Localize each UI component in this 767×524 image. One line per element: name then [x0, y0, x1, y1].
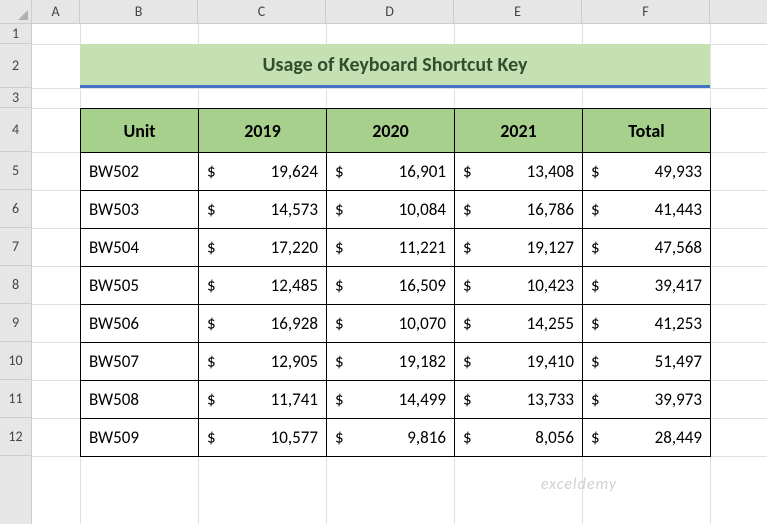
cell-y2019[interactable]: $10,577	[199, 419, 327, 457]
table-row: BW504$17,220$11,221$19,127$47,568	[81, 229, 711, 267]
cell-total[interactable]: $41,443	[583, 191, 711, 229]
row-header-11[interactable]: 11	[0, 380, 31, 418]
cell-total[interactable]: $47,568	[583, 229, 711, 267]
cell-total[interactable]: $41,253	[583, 305, 711, 343]
cell-y2020[interactable]: $16,901	[327, 153, 455, 191]
cell-y2019[interactable]: $11,741	[199, 381, 327, 419]
row-header-8[interactable]: 8	[0, 266, 31, 304]
cell-y2021[interactable]: $13,408	[455, 153, 583, 191]
cell-y2020[interactable]: $11,221	[327, 229, 455, 267]
row-headers: 1 2 3 4 5 6 7 8 9 10 11 12	[0, 24, 32, 524]
cell-y2019[interactable]: $19,624	[199, 153, 327, 191]
row-header-6[interactable]: 6	[0, 190, 31, 228]
col-header-a[interactable]: A	[32, 0, 80, 23]
header-2021[interactable]: 2021	[455, 109, 583, 153]
cell-y2020[interactable]: $14,499	[327, 381, 455, 419]
cell-total[interactable]: $39,973	[583, 381, 711, 419]
cell-y2021[interactable]: $19,410	[455, 343, 583, 381]
cell-total[interactable]: $28,449	[583, 419, 711, 457]
watermark: exceldemy	[541, 475, 617, 494]
cell-unit[interactable]: BW504	[81, 229, 199, 267]
cell-y2021[interactable]: $14,255	[455, 305, 583, 343]
cell-total[interactable]: $39,417	[583, 267, 711, 305]
cell-y2021[interactable]: $16,786	[455, 191, 583, 229]
cell-y2019[interactable]: $12,485	[199, 267, 327, 305]
row-header-9[interactable]: 9	[0, 304, 31, 342]
table-row: BW508$11,741$14,499$13,733$39,973	[81, 381, 711, 419]
header-2020[interactable]: 2020	[327, 109, 455, 153]
row-header-12[interactable]: 12	[0, 418, 31, 456]
table-row: BW503$14,573$10,084$16,786$41,443	[81, 191, 711, 229]
title-banner[interactable]: Usage of Keyboard Shortcut Key	[80, 44, 710, 88]
select-all-corner[interactable]	[0, 0, 32, 24]
cell-y2021[interactable]: $19,127	[455, 229, 583, 267]
spreadsheet: A B C D E F 1 2 3 4 5 6 7 8 9 10 11 12	[0, 0, 767, 524]
cell-unit[interactable]: BW502	[81, 153, 199, 191]
cell-y2019[interactable]: $16,928	[199, 305, 327, 343]
header-unit[interactable]: Unit	[81, 109, 199, 153]
table-row: BW502$19,624$16,901$13,408$49,933	[81, 153, 711, 191]
cell-unit[interactable]: BW507	[81, 343, 199, 381]
col-header-f[interactable]: F	[582, 0, 710, 23]
table-row: BW509$10,577$9,816$8,056$28,449	[81, 419, 711, 457]
row-header-2[interactable]: 2	[0, 44, 31, 88]
cell-unit[interactable]: BW509	[81, 419, 199, 457]
cell-y2020[interactable]: $10,070	[327, 305, 455, 343]
row-header-4[interactable]: 4	[0, 108, 31, 152]
cell-y2020[interactable]: $9,816	[327, 419, 455, 457]
cell-y2020[interactable]: $10,084	[327, 191, 455, 229]
cell-y2019[interactable]: $12,905	[199, 343, 327, 381]
cell-y2020[interactable]: $16,509	[327, 267, 455, 305]
cell-y2021[interactable]: $10,423	[455, 267, 583, 305]
cell-y2021[interactable]: $13,733	[455, 381, 583, 419]
row-header-3[interactable]: 3	[0, 88, 31, 108]
cell-unit[interactable]: BW506	[81, 305, 199, 343]
row-header-10[interactable]: 10	[0, 342, 31, 380]
cell-y2019[interactable]: $17,220	[199, 229, 327, 267]
table-row: BW505$12,485$16,509$10,423$39,417	[81, 267, 711, 305]
cell-y2019[interactable]: $14,573	[199, 191, 327, 229]
cell-unit[interactable]: BW508	[81, 381, 199, 419]
cell-y2021[interactable]: $8,056	[455, 419, 583, 457]
cell-area[interactable]: Usage of Keyboard Shortcut Key Unit 2019…	[32, 24, 767, 524]
table-row: BW507$12,905$19,182$19,410$51,497	[81, 343, 711, 381]
header-2019[interactable]: 2019	[199, 109, 327, 153]
cell-total[interactable]: $49,933	[583, 153, 711, 191]
row-header-7[interactable]: 7	[0, 228, 31, 266]
header-total[interactable]: Total	[583, 109, 711, 153]
cell-total[interactable]: $51,497	[583, 343, 711, 381]
row-header-1[interactable]: 1	[0, 24, 31, 44]
cell-y2020[interactable]: $19,182	[327, 343, 455, 381]
data-table: Unit 2019 2020 2021 Total BW502$19,624$1…	[80, 108, 711, 457]
table-row: BW506$16,928$10,070$14,255$41,253	[81, 305, 711, 343]
table-header-row: Unit 2019 2020 2021 Total	[81, 109, 711, 153]
cell-unit[interactable]: BW505	[81, 267, 199, 305]
col-header-c[interactable]: C	[198, 0, 326, 23]
col-header-d[interactable]: D	[326, 0, 454, 23]
col-header-e[interactable]: E	[454, 0, 582, 23]
cell-unit[interactable]: BW503	[81, 191, 199, 229]
column-headers: A B C D E F	[32, 0, 767, 24]
row-header-5[interactable]: 5	[0, 152, 31, 190]
col-header-b[interactable]: B	[80, 0, 198, 23]
